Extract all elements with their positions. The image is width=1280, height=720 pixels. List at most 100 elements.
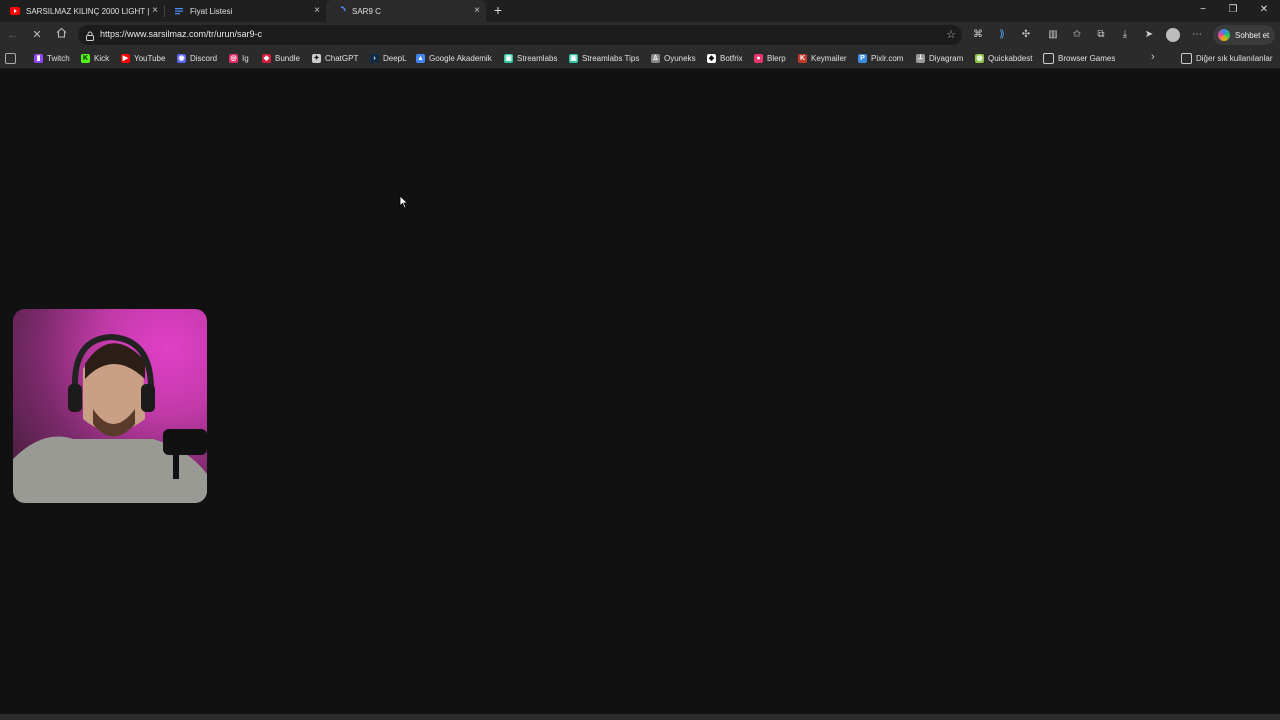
restore-button[interactable]: ❐ <box>1223 2 1243 18</box>
favorite-star-icon[interactable]: ☆ <box>946 28 956 41</box>
tab-actions-icon[interactable] <box>5 52 20 64</box>
bookmark-item[interactable]: ◎ Ig <box>229 52 249 64</box>
bookmark-label: Blerp <box>767 53 786 63</box>
bookmark-item[interactable]: ◆ Bundle <box>262 52 300 64</box>
gamepad-icon[interactable]: ⌘ <box>970 27 986 43</box>
favorites-icon[interactable]: ✩ <box>1069 27 1085 43</box>
tab-actions-icon-glyph <box>5 52 16 64</box>
bookmark-label: Streamlabs Tips <box>582 53 640 63</box>
discord-icon: ◉ <box>177 53 186 63</box>
close-tab-icon[interactable]: × <box>314 5 320 16</box>
close-window-button[interactable]: ✕ <box>1254 2 1274 18</box>
google-scholar-icon: ▲ <box>416 53 425 63</box>
bookmark-item[interactable]: Browser Games <box>1043 52 1115 64</box>
bookmark-label: Pixlr.com <box>871 53 904 63</box>
keymailer-icon: K <box>798 53 807 63</box>
bookmark-label: Discord <box>190 53 218 63</box>
split-screen-icon[interactable]: ▥ <box>1045 27 1061 43</box>
bookmark-label: ChatGPT <box>325 53 359 63</box>
bookmark-label: Streamlabs <box>517 53 558 63</box>
bottom-frame <box>0 714 1280 720</box>
chevron-right-icon[interactable]: › <box>1151 51 1155 63</box>
bookmark-item[interactable]: ⟂ Diyagram <box>916 52 963 64</box>
home-icon <box>56 27 66 38</box>
bookmark-item[interactable]: › DeepL <box>370 52 407 64</box>
bookmark-item[interactable]: ▲ Google Akademik <box>416 52 492 64</box>
bookmark-item[interactable]: ◆ Botfrix <box>707 52 743 64</box>
bookmark-item[interactable]: ▮ Twitch <box>34 52 70 64</box>
deepl-icon: › <box>370 53 379 63</box>
webcam-overlay <box>13 309 207 503</box>
bookmark-item[interactable]: ✦ ChatGPT <box>312 52 358 64</box>
pixlr-icon: P <box>858 53 867 63</box>
streamlabs-icon: ▣ <box>569 53 578 63</box>
bookmark-item[interactable]: ▶ YouTube <box>121 52 165 64</box>
tab-sar9c[interactable]: SAR9 C × <box>326 0 486 22</box>
lock-icon <box>84 29 96 41</box>
bookmark-item[interactable]: K Keymailer <box>798 52 847 64</box>
stop-loading-button[interactable]: ✕ <box>29 27 45 43</box>
bookmark-label: Botfrix <box>720 53 743 63</box>
bookmark-item[interactable]: ♙ Oyuneks <box>651 52 696 64</box>
bookmark-label: Ig <box>242 53 249 63</box>
bookmarks-bar: ▮ Twitch K Kick ▶ YouTube ◉ Discord ◎ Ig ◆ Bundle ✦ C… <box>0 48 1280 69</box>
streamer-webcam-image <box>13 333 207 503</box>
bookmark-label: Quickabdest <box>988 53 1033 63</box>
tab-title: SARSILMAZ KILINÇ 2000 LIGHT | <box>26 6 150 16</box>
bookmark-item[interactable]: P Pixlr.com <box>858 52 903 64</box>
copilot-icon <box>1218 29 1230 41</box>
share-icon[interactable]: ➤ <box>1141 27 1157 43</box>
close-tab-icon[interactable]: × <box>152 5 158 16</box>
profile-avatar-icon[interactable] <box>1166 28 1180 42</box>
bookmark-label: Diyagram <box>929 53 964 63</box>
twitch-icon: ▮ <box>34 53 43 63</box>
bookmark-label: Google Akademik <box>429 53 492 63</box>
tab-title: Fiyat Listesi <box>190 6 233 16</box>
bookmark-label: Oyuneks <box>664 53 696 63</box>
url-text[interactable]: https://www.sarsilmaz.com/tr/urun/sar9-c <box>100 29 262 39</box>
downloads-icon[interactable]: ⤓ <box>1117 27 1133 43</box>
bookmark-label: YouTube <box>134 53 166 63</box>
chat-button-label: Sohbet et <box>1235 30 1270 40</box>
folder-icon <box>1181 52 1192 64</box>
tab-strip: SARSILMAZ KILINÇ 2000 LIGHT | × Fiyat Li… <box>0 0 1280 22</box>
bookmark-item[interactable]: ◉ Discord <box>177 52 217 64</box>
instagram-icon: ◎ <box>229 53 238 63</box>
document-icon <box>174 6 184 16</box>
bookmark-item[interactable]: ▣ Streamlabs Tips <box>569 52 639 64</box>
quickabdest-icon: ◍ <box>975 53 984 63</box>
oyuneks-icon: ♙ <box>651 53 660 63</box>
address-bar[interactable]: https://www.sarsilmaz.com/tr/urun/sar9-c… <box>78 25 962 45</box>
bookmark-item[interactable]: ◍ Quickabdest <box>975 52 1032 64</box>
home-button[interactable] <box>53 27 69 43</box>
mouse-cursor-icon <box>399 195 409 209</box>
bookmark-label: DeepL <box>383 53 407 63</box>
bookmark-item[interactable]: K Kick <box>81 52 109 64</box>
folder-icon <box>1043 52 1054 64</box>
kick-icon: K <box>81 53 90 63</box>
more-options-icon[interactable]: ⋯ <box>1189 27 1205 43</box>
back-button[interactable]: ← <box>5 27 21 43</box>
minimize-button[interactable]: − <box>1193 2 1213 18</box>
bookmark-item[interactable]: ▣ Streamlabs <box>504 52 557 64</box>
read-aloud-icon[interactable]: ⟫ <box>994 27 1010 43</box>
new-tab-button[interactable]: + <box>490 2 506 18</box>
bookmark-label: Browser Games <box>1058 53 1116 63</box>
bookmark-label: Kick <box>94 53 110 63</box>
other-bookmarks-folder[interactable]: Diğer sık kullanılanlar <box>1181 52 1272 64</box>
close-tab-icon[interactable]: × <box>474 5 480 16</box>
bookmark-label: Twitch <box>47 53 70 63</box>
bookmark-label: Bundle <box>275 53 300 63</box>
extensions-icon[interactable]: ✣ <box>1018 27 1034 43</box>
collections-icon[interactable]: ⧉ <box>1093 27 1109 43</box>
youtube-icon: ▶ <box>121 53 130 63</box>
tab-fiyat-listesi[interactable]: Fiyat Listesi × <box>164 0 326 22</box>
bundle-icon: ◆ <box>262 53 271 63</box>
bookmark-item[interactable]: ● Blerp <box>754 52 786 64</box>
loading-icon <box>336 6 346 16</box>
blerp-icon: ● <box>754 53 763 63</box>
tab-title: SAR9 C <box>352 6 381 16</box>
tab-youtube[interactable]: SARSILMAZ KILINÇ 2000 LIGHT | × <box>0 0 164 22</box>
chat-button[interactable]: Sohbet et <box>1213 25 1275 45</box>
bookmark-label: Keymailer <box>811 53 847 63</box>
